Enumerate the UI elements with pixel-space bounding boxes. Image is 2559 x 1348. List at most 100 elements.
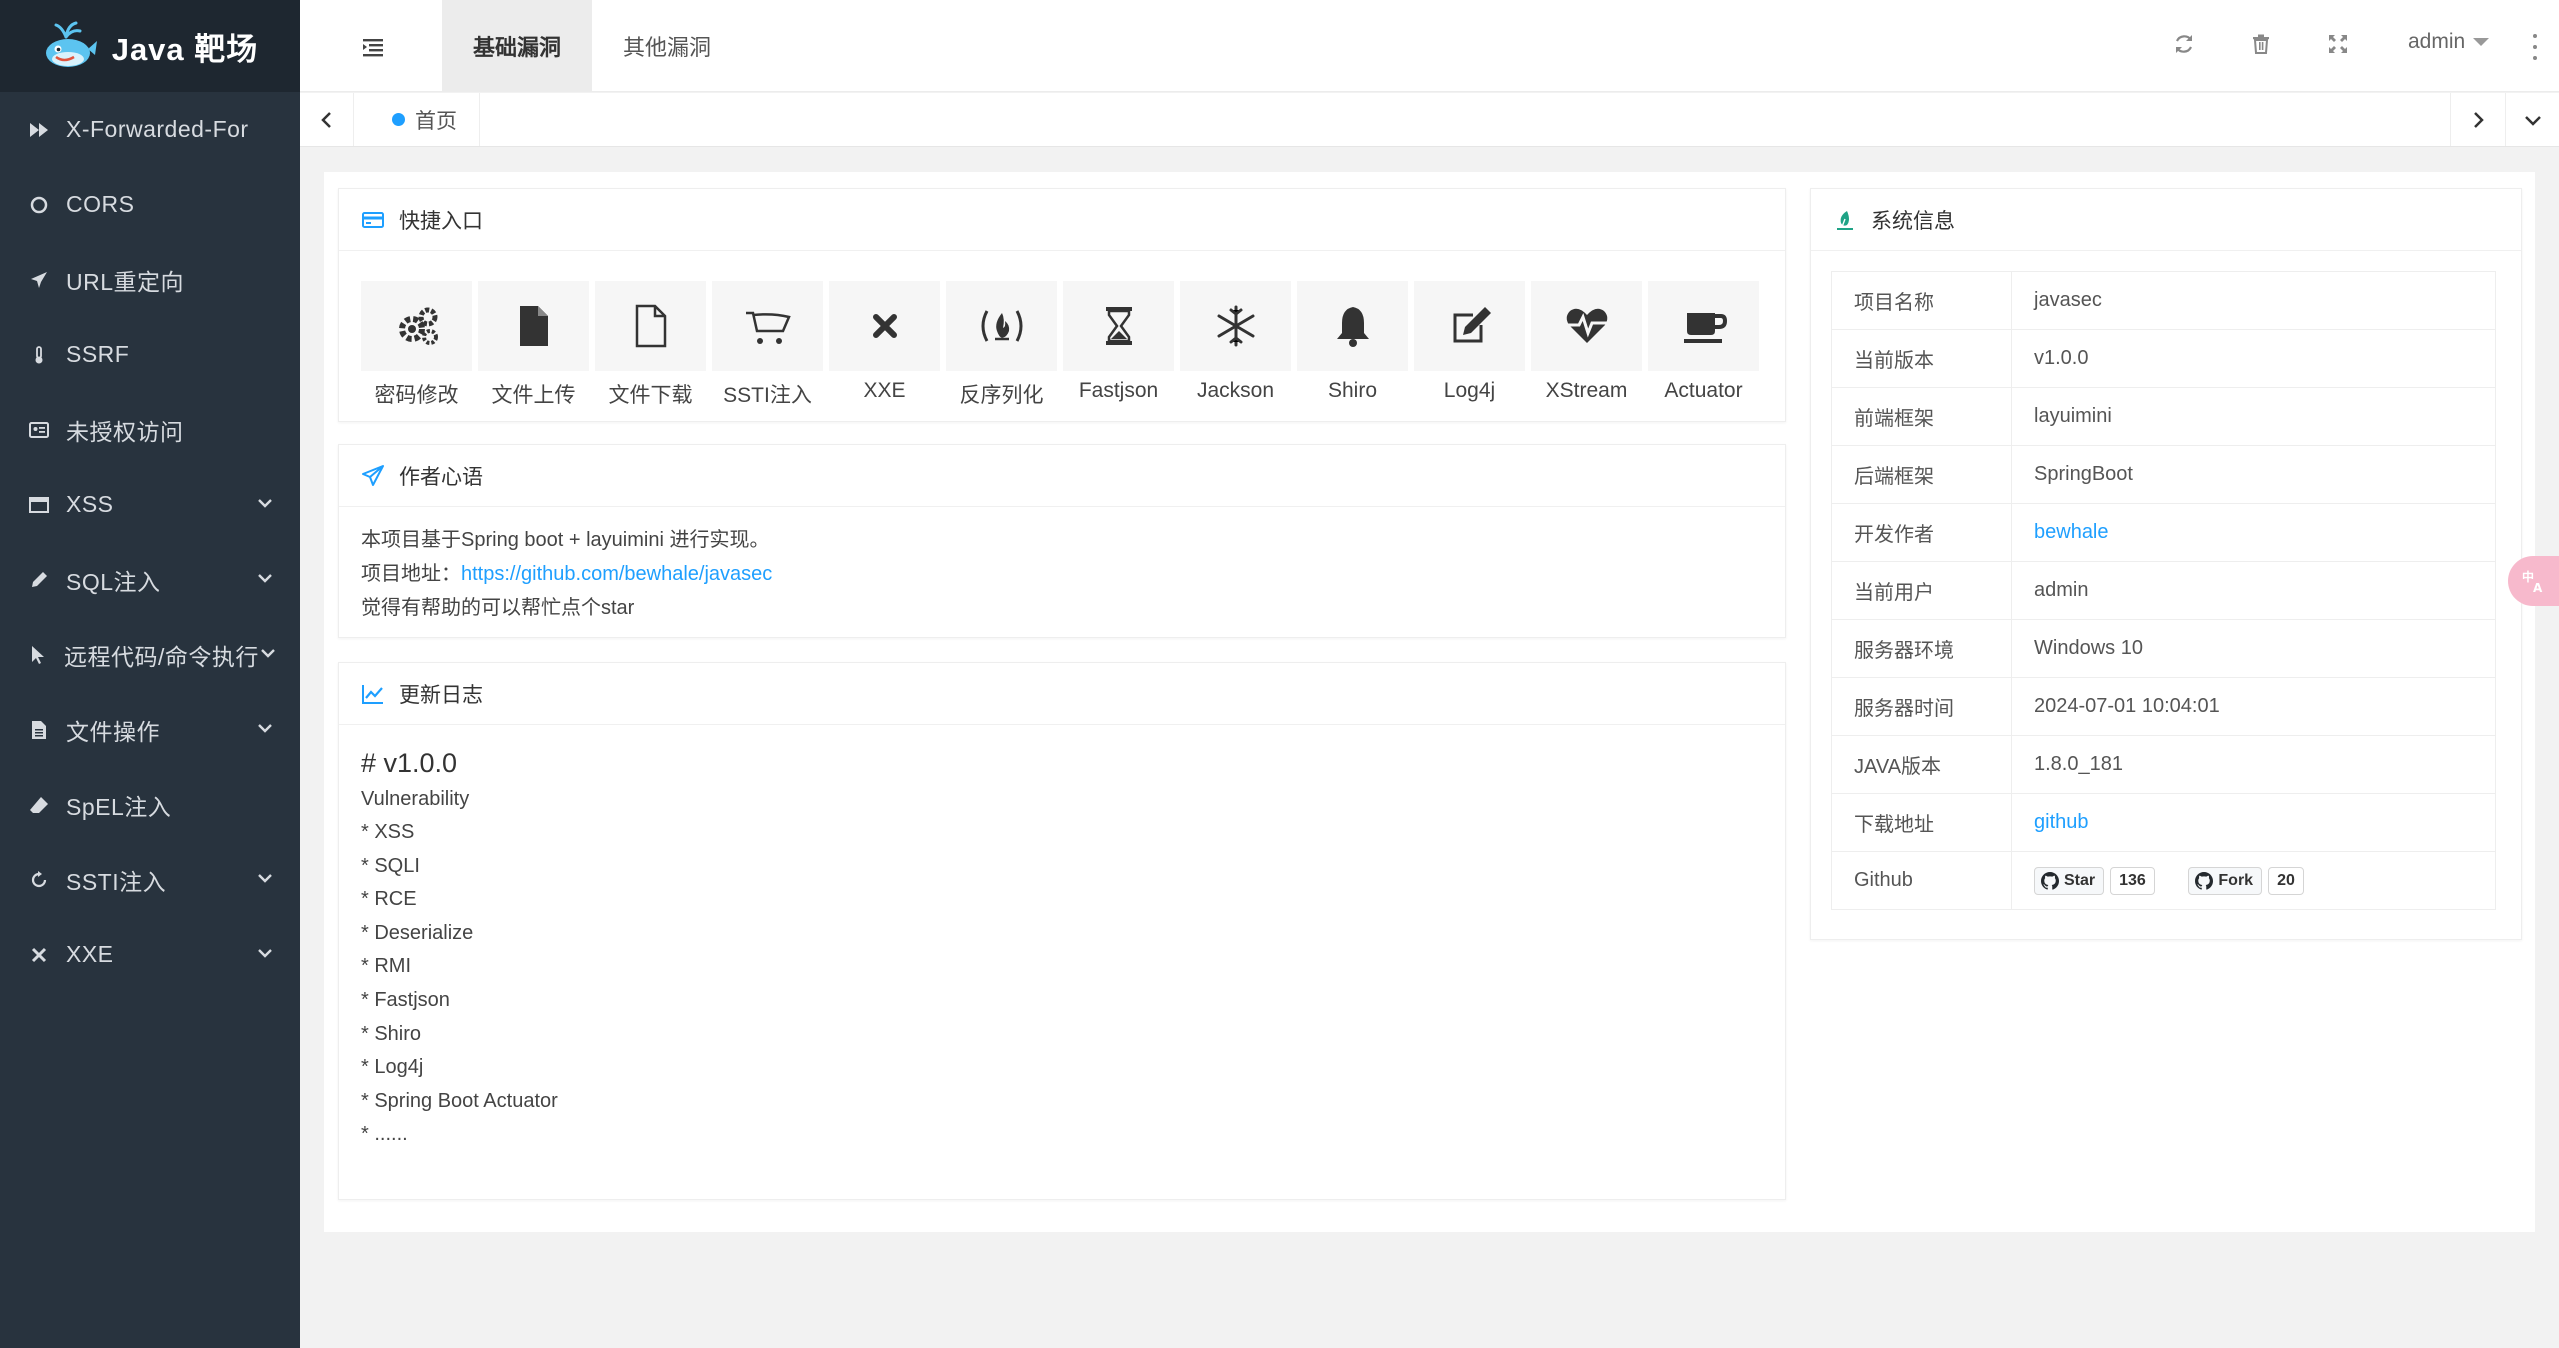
sidebar-item-file-ops[interactable]: 文件操作	[0, 692, 300, 767]
fork-label: Fork	[2218, 871, 2254, 889]
sidebar-item-url-redirect[interactable]: URL重定向	[0, 242, 300, 317]
download-link[interactable]: github	[2034, 811, 2089, 833]
changelog-card: 更新日志 # v1.0.0 Vulnerability * XSS * SQLI…	[338, 662, 1786, 1200]
logo[interactable]: Java 靶场	[0, 0, 300, 92]
card-header: 更新日志	[339, 663, 1785, 725]
github-fork-button[interactable]: Fork	[2188, 866, 2263, 895]
fullscreen-icon[interactable]	[2327, 33, 2353, 59]
hourglass-icon	[1105, 307, 1132, 345]
chevron-left-icon[interactable]	[300, 93, 354, 146]
row-key: 后端框架	[1831, 445, 2012, 504]
card-title: 快捷入口	[399, 209, 483, 233]
quick-item-actuator[interactable]: Actuator	[1648, 281, 1759, 411]
sidebar: Java 靶场 X-Forwarded-For CORS URL重定向 SSRF…	[0, 0, 300, 1348]
tab-home[interactable]: 首页	[360, 93, 480, 146]
sidebar-item-label: XSS	[66, 491, 114, 517]
whale-logo-icon	[45, 21, 97, 67]
thermometer-icon	[28, 344, 50, 366]
quick-item-deserialize[interactable]: 反序列化	[946, 281, 1057, 411]
row-key: 下载地址	[1831, 793, 2012, 852]
quick-item-password[interactable]: 密码修改	[361, 281, 472, 411]
quick-item-ssti[interactable]: SSTI注入	[712, 281, 823, 411]
sidebar-item-ssrf[interactable]: SSRF	[0, 317, 300, 392]
quick-item-log4j[interactable]: Log4j	[1414, 281, 1525, 411]
cursor-icon	[28, 644, 48, 666]
table-row: JAVA版本 1.8.0_181	[1831, 735, 2496, 794]
sidebar-item-rce[interactable]: 远程代码/命令执行	[0, 617, 300, 692]
row-key: 开发作者	[1831, 503, 2012, 562]
quick-item-label: 文件下载	[608, 384, 693, 407]
row-value: admin	[2011, 561, 2496, 620]
row-value: 2024-07-01 10:04:01	[2011, 677, 2496, 736]
quick-item-label: Shiro	[1327, 379, 1378, 402]
chevron-down-icon	[256, 716, 274, 743]
star-count[interactable]: 136	[2110, 866, 2155, 895]
sidebar-item-label: XXE	[66, 941, 114, 967]
close-icon	[872, 314, 897, 338]
file-icon	[28, 719, 50, 741]
eyedropper-icon	[28, 569, 50, 591]
quick-item-label: 密码修改	[374, 384, 459, 407]
author-line-2: 项目地址：https://github.com/bewhale/javasec	[361, 557, 1763, 591]
sidebar-item-label: SQL注入	[66, 568, 161, 595]
menu-toggle-icon[interactable]	[360, 34, 386, 60]
sidebar-item-xss[interactable]: XSS	[0, 467, 300, 542]
github-badges: Star 136 Fork 20	[2011, 851, 2496, 910]
trash-icon[interactable]	[2250, 33, 2276, 59]
tab-other-vulns[interactable]: 其他漏洞	[592, 0, 742, 92]
refresh-icon[interactable]	[2173, 33, 2199, 59]
fork-count[interactable]: 20	[2268, 866, 2304, 895]
heartbeat-icon	[1566, 308, 1607, 343]
table-row: 开发作者 bewhale	[1831, 503, 2496, 562]
quick-item-xstream[interactable]: XStream	[1531, 281, 1642, 411]
translate-icon[interactable]: 中A	[2508, 556, 2559, 606]
sidebar-item-label: SpEL注入	[66, 793, 172, 820]
sidebar-item-sql-injection[interactable]: SQL注入	[0, 542, 300, 617]
sidebar-item-spel[interactable]: SpEL注入	[0, 767, 300, 842]
card-header: 系统信息	[1811, 189, 2521, 251]
list-item: * RCE	[361, 888, 417, 911]
row-value: SpringBoot	[2011, 445, 2496, 504]
github-icon	[2041, 871, 2059, 890]
sidebar-item-xxe[interactable]: XXE	[0, 917, 300, 992]
quick-item-shiro[interactable]: Shiro	[1297, 281, 1408, 411]
logo-text: Java 靶场	[111, 31, 259, 67]
quick-item-label: SSTI注入	[723, 384, 812, 407]
github-star-button[interactable]: Star	[2034, 866, 2105, 895]
credit-card-icon	[361, 208, 385, 232]
list-item: * ......	[361, 1123, 408, 1146]
quick-item-fastjson[interactable]: Fastjson	[1063, 281, 1174, 411]
quick-item-xxe[interactable]: XXE	[829, 281, 940, 411]
author-link[interactable]: bewhale	[2034, 521, 2109, 543]
row-value: 1.8.0_181	[2011, 735, 2496, 794]
user-menu[interactable]: admin	[2408, 30, 2490, 54]
changelog-subtitle: Vulnerability	[361, 788, 470, 810]
row-key: Github	[1831, 851, 2012, 910]
main-content: 快捷入口 密码修改 文件上传 文件下载 SSTI注入 XXE 反序列化 Fast…	[324, 172, 2535, 1232]
row-value: v1.0.0	[2011, 329, 2496, 388]
quick-item-file-download[interactable]: 文件下载	[595, 281, 706, 411]
project-link[interactable]: https://github.com/bewhale/javasec	[461, 563, 772, 585]
list-item: * RMI	[361, 955, 411, 978]
tab-basic-vulns[interactable]: 基础漏洞	[442, 0, 592, 92]
row-key: JAVA版本	[1831, 735, 2012, 794]
sidebar-item-cors[interactable]: CORS	[0, 167, 300, 242]
chevron-down-icon	[256, 491, 274, 518]
more-vertical-icon[interactable]	[2525, 34, 2545, 60]
chevron-down-icon[interactable]	[2505, 93, 2559, 146]
sidebar-item-ssti[interactable]: SSTI注入	[0, 842, 300, 917]
changelog-version: # v1.0.0	[361, 748, 458, 778]
table-row: 服务器环境 Windows 10	[1831, 619, 2496, 678]
chevron-right-icon[interactable]	[2450, 93, 2504, 146]
quick-item-jackson[interactable]: Jackson	[1180, 281, 1291, 411]
list-item: * Fastjson	[361, 988, 450, 1011]
row-key: 项目名称	[1831, 271, 2012, 330]
sidebar-item-x-forwarded-for[interactable]: X-Forwarded-For	[0, 92, 300, 167]
quick-item-file-upload[interactable]: 文件上传	[478, 281, 589, 411]
chevron-down-icon	[256, 566, 274, 593]
window-icon	[28, 494, 50, 516]
author-note-card: 作者心语 本项目基于Spring boot + layuimini 进行实现。 …	[338, 444, 1786, 638]
sidebar-item-unauthorized[interactable]: 未授权访问	[0, 392, 300, 467]
card-title: 更新日志	[399, 683, 483, 707]
quick-item-label: XXE	[863, 379, 906, 402]
